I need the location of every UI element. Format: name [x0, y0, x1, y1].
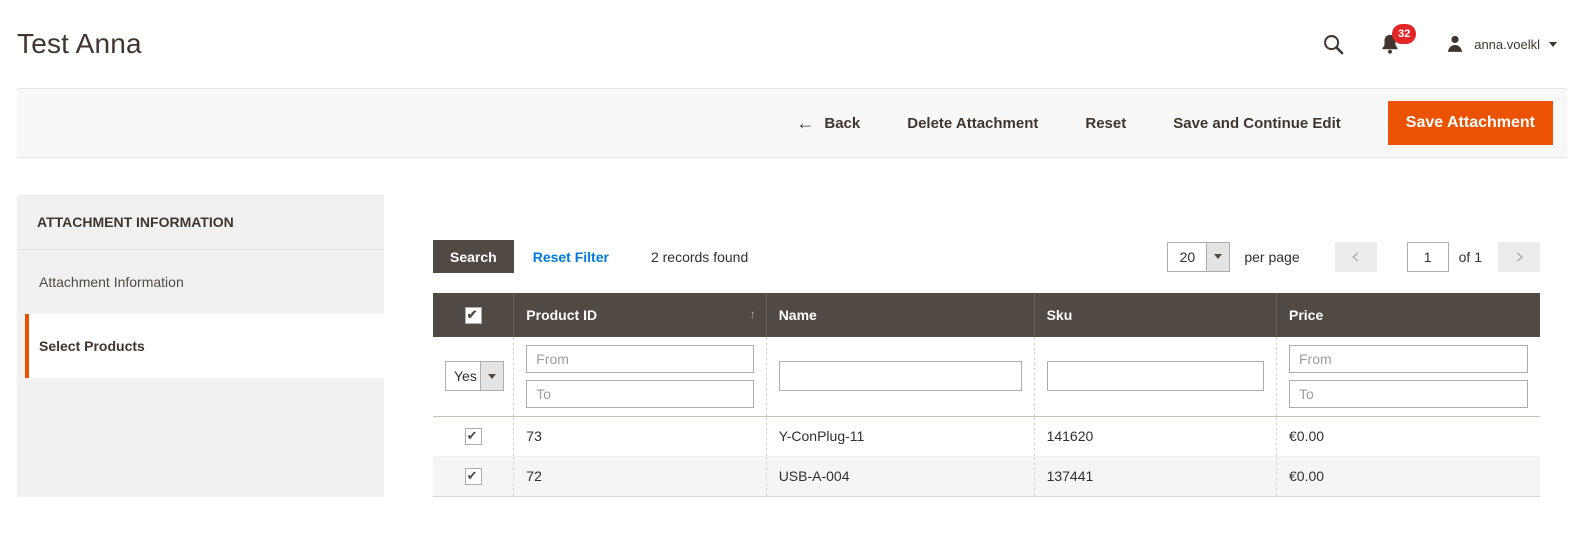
save-and-continue-label: Save and Continue Edit	[1173, 115, 1341, 132]
cell-name: Y-ConPlug-11	[766, 416, 1034, 456]
back-button[interactable]: ← Back	[796, 114, 860, 132]
caret-down-icon	[488, 374, 496, 379]
cell-price: €0.00	[1277, 456, 1541, 496]
column-header-sku[interactable]: Sku	[1034, 293, 1276, 337]
per-page-value: 20	[1168, 243, 1206, 271]
chevron-down-icon	[1549, 42, 1557, 47]
delete-attachment-label: Delete Attachment	[907, 115, 1038, 132]
selected-filter-value: Yes	[446, 362, 480, 390]
selected-filter-arrow	[480, 362, 503, 390]
cell-sku: 141620	[1034, 416, 1276, 456]
table-row[interactable]: 73 Y-ConPlug-11 141620 €0.00	[433, 416, 1540, 456]
grid-toolbar: Search Reset Filter 2 records found 20 p…	[433, 240, 1540, 273]
price-from-input[interactable]	[1289, 345, 1528, 373]
chevron-left-icon	[1349, 250, 1363, 264]
per-page-select-arrow	[1206, 243, 1229, 271]
column-header-product-id[interactable]: Product ID	[514, 293, 766, 337]
notifications-button[interactable]: 32	[1379, 33, 1401, 55]
sidebar: ATTACHMENT INFORMATION Attachment Inform…	[17, 195, 384, 497]
notification-count-badge: 32	[1392, 24, 1416, 44]
column-label-sku: Sku	[1047, 307, 1073, 323]
column-label-name: Name	[779, 307, 817, 323]
back-arrow-icon: ←	[796, 114, 814, 132]
chevron-right-icon	[1512, 250, 1526, 264]
sku-filter-input[interactable]	[1047, 361, 1264, 391]
content: ATTACHMENT INFORMATION Attachment Inform…	[0, 195, 1583, 497]
header-actions: 32 anna.voelkl	[1322, 33, 1557, 56]
caret-down-icon	[1214, 254, 1222, 259]
reset-filter-link[interactable]: Reset Filter	[533, 249, 609, 265]
cell-name: USB-A-004	[766, 456, 1034, 496]
cell-sku: 137441	[1034, 456, 1276, 496]
total-pages-label: of 1	[1459, 249, 1482, 265]
sidebar-item-attachment-information[interactable]: Attachment Information	[17, 250, 384, 314]
row-checkbox[interactable]	[465, 428, 482, 445]
page-title: Test Anna	[17, 28, 142, 60]
products-grid: Product ID Name Sku Price Yes	[433, 293, 1540, 497]
action-toolbar: ← Back Delete Attachment Reset Save and …	[17, 88, 1567, 158]
select-all-checkbox[interactable]	[465, 307, 482, 324]
column-header-price[interactable]: Price	[1277, 293, 1541, 337]
per-page-select[interactable]: 20	[1167, 242, 1230, 272]
user-menu[interactable]: anna.voelkl	[1445, 34, 1557, 54]
sidebar-item-select-products[interactable]: Select Products	[25, 314, 384, 378]
name-filter-input[interactable]	[779, 361, 1022, 391]
save-attachment-button[interactable]: Save Attachment	[1388, 101, 1553, 145]
previous-page-button[interactable]	[1335, 242, 1377, 272]
per-page-label: per page	[1244, 249, 1299, 265]
reset-button-label: Reset	[1085, 115, 1126, 132]
column-header-name[interactable]: Name	[766, 293, 1034, 337]
select-all-header	[433, 293, 514, 337]
page-number-input[interactable]	[1407, 242, 1449, 272]
records-found-text: 2 records found	[651, 249, 748, 265]
delete-attachment-button[interactable]: Delete Attachment	[907, 115, 1038, 132]
grid-filter-row: Yes	[433, 337, 1540, 416]
reset-button[interactable]: Reset	[1085, 115, 1126, 132]
search-icon	[1322, 33, 1345, 56]
cell-product-id: 73	[514, 416, 766, 456]
page-header: Test Anna 32 anna.voelkl	[0, 0, 1583, 88]
user-name: anna.voelkl	[1474, 37, 1540, 52]
next-page-button[interactable]	[1498, 242, 1540, 272]
user-icon	[1445, 34, 1465, 54]
product-id-to-input[interactable]	[526, 380, 753, 408]
row-checkbox[interactable]	[465, 468, 482, 485]
back-button-label: Back	[824, 115, 860, 132]
column-label-product-id: Product ID	[526, 307, 597, 323]
product-id-from-input[interactable]	[526, 345, 753, 373]
selected-filter-select[interactable]: Yes	[445, 361, 504, 391]
cell-product-id: 72	[514, 456, 766, 496]
table-row[interactable]: 72 USB-A-004 137441 €0.00	[433, 456, 1540, 496]
cell-price: €0.00	[1277, 416, 1541, 456]
price-to-input[interactable]	[1289, 380, 1528, 408]
grid-search-button[interactable]: Search	[433, 240, 514, 273]
save-and-continue-button[interactable]: Save and Continue Edit	[1173, 115, 1341, 132]
grid-header-row: Product ID Name Sku Price	[433, 293, 1540, 337]
pager: 20 per page of 1	[1167, 242, 1540, 272]
main-panel: Search Reset Filter 2 records found 20 p…	[433, 195, 1540, 497]
sort-ascending-icon	[750, 307, 756, 321]
column-label-price: Price	[1289, 307, 1323, 323]
search-button[interactable]	[1322, 33, 1345, 56]
sidebar-title: ATTACHMENT INFORMATION	[17, 195, 384, 250]
